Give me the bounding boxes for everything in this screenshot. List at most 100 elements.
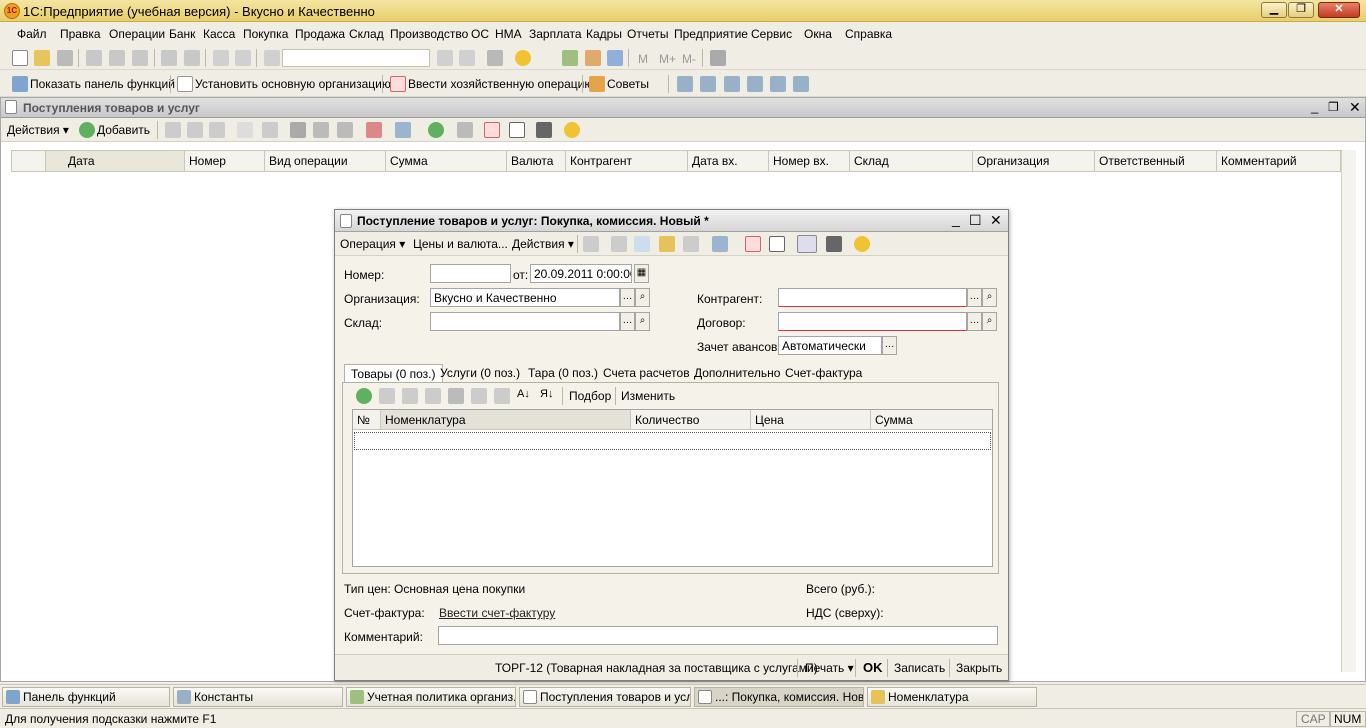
doc-movements-icon[interactable]: [745, 236, 761, 252]
copy-row-icon[interactable]: [379, 388, 395, 404]
set-main-org-button[interactable]: Установить основную организацию: [195, 77, 391, 91]
counterparty-search-icon[interactable]: ⌕: [982, 288, 997, 307]
task-constants[interactable]: Константы: [173, 687, 343, 707]
column-sum[interactable]: Сумма: [386, 151, 507, 171]
move-up-icon[interactable]: [471, 388, 487, 404]
column-comment[interactable]: Комментарий: [1217, 151, 1340, 171]
task-accounting-policy[interactable]: Учетная политика организ...: [346, 687, 516, 707]
filter-history-icon[interactable]: [337, 122, 353, 138]
copy-row-icon[interactable]: [165, 122, 181, 138]
column-date[interactable]: Дата: [46, 151, 185, 171]
filter-icon[interactable]: [290, 122, 306, 138]
copy-icon[interactable]: [109, 50, 125, 66]
calendar-icon[interactable]: [585, 50, 601, 66]
end-edit-icon[interactable]: [448, 388, 464, 404]
calculator-icon[interactable]: [562, 50, 578, 66]
tools-icon[interactable]: [710, 50, 726, 66]
task-receipts-list[interactable]: Поступления товаров и услуг: [519, 687, 691, 707]
menu-cash[interactable]: Касса: [203, 27, 235, 41]
column-counterparty[interactable]: Контрагент: [566, 151, 688, 171]
edit-icon[interactable]: [187, 122, 203, 138]
dialog-close-button[interactable]: ✕: [990, 212, 1002, 229]
find-icon[interactable]: [262, 122, 278, 138]
organization-search-icon[interactable]: ⌕: [635, 288, 650, 307]
advance-offset-select-button[interactable]: …: [882, 336, 897, 355]
maximize-button[interactable]: ❐: [1288, 2, 1314, 18]
counterparty-input[interactable]: [778, 288, 967, 307]
m-button[interactable]: M: [638, 52, 648, 66]
task-function-panel[interactable]: Панель функций: [2, 687, 170, 707]
filter-value-icon[interactable]: [313, 122, 329, 138]
find-next-icon[interactable]: [437, 50, 453, 66]
tab-additional[interactable]: Дополнительно: [688, 364, 786, 383]
windows-icon[interactable]: [487, 50, 503, 66]
documents-icon[interactable]: [770, 76, 786, 92]
show-function-panel-button[interactable]: Показать панель функций: [30, 77, 175, 91]
copy-doc-icon[interactable]: [683, 236, 699, 252]
delete-icon[interactable]: [209, 122, 225, 138]
print-icon[interactable]: [161, 50, 177, 66]
task-nomenclature[interactable]: Номенклатура: [867, 687, 1037, 707]
accounts-icon[interactable]: [797, 235, 817, 253]
post-close-icon[interactable]: [583, 236, 599, 252]
help-icon[interactable]: [564, 122, 580, 138]
warehouse-input[interactable]: [430, 312, 620, 331]
menu-service[interactable]: Сервис: [751, 27, 792, 41]
move-down-icon[interactable]: [494, 388, 510, 404]
goods-table[interactable]: № Номенклатура Количество Цена Сумма: [352, 409, 993, 567]
print-menu-button[interactable]: Печать ▾: [805, 661, 854, 675]
delete-row-icon[interactable]: [425, 388, 441, 404]
dialog-minimize-button[interactable]: _: [952, 211, 960, 227]
reports-icon[interactable]: [700, 76, 716, 92]
column-organization[interactable]: Организация: [973, 151, 1095, 171]
search-combobox[interactable]: [282, 49, 430, 67]
enter-based-on-icon[interactable]: [712, 236, 728, 252]
refresh-icon[interactable]: [428, 122, 444, 138]
tab-services[interactable]: Услуги (0 поз.): [434, 364, 526, 383]
column-responsible[interactable]: Ответственный: [1095, 151, 1217, 171]
clear-filter-icon[interactable]: [366, 122, 382, 138]
advance-offset-input[interactable]: Автоматически: [778, 336, 882, 355]
table-row[interactable]: [354, 432, 991, 450]
ok-button[interactable]: OK: [863, 660, 883, 675]
based-on-icon[interactable]: [395, 122, 411, 138]
column-nomenclature[interactable]: Номенклатура: [381, 410, 631, 430]
list-minimize-button[interactable]: _: [1311, 99, 1318, 114]
undo-icon[interactable]: [213, 50, 229, 66]
tab-containers[interactable]: Тара (0 поз.): [522, 364, 604, 383]
save-icon[interactable]: [57, 50, 73, 66]
tab-settlement-accounts[interactable]: Счета расчетов: [597, 364, 696, 383]
column-price[interactable]: Цена: [751, 410, 871, 430]
unpost-icon[interactable]: [611, 236, 627, 252]
menu-sale[interactable]: Продажа: [295, 27, 345, 41]
column-quantity[interactable]: Количество: [631, 410, 751, 430]
cut-icon[interactable]: [86, 50, 102, 66]
open-folder-icon[interactable]: [34, 50, 50, 66]
organization-input[interactable]: Вкусно и Качественно: [430, 288, 620, 307]
tab-goods[interactable]: Товары (0 поз.): [344, 364, 443, 383]
counterparty-select-button[interactable]: …: [967, 288, 982, 307]
close-button[interactable]: ✕: [1318, 2, 1360, 18]
column-incoming-date[interactable]: Дата вх.: [688, 151, 769, 171]
edit-row-icon[interactable]: [402, 388, 418, 404]
column-operation-type[interactable]: Вид операции: [265, 151, 386, 171]
list-vertical-scrollbar[interactable]: [1341, 150, 1356, 672]
search-icon[interactable]: [264, 50, 280, 66]
task-receipt-document[interactable]: ...: Покупка, комиссия. Нов...: [694, 687, 864, 707]
pick-button[interactable]: Подбор: [569, 389, 611, 403]
add-row-icon[interactable]: [356, 388, 372, 404]
sort-desc-icon[interactable]: Я↓: [540, 388, 553, 400]
menu-os[interactable]: ОС: [471, 27, 489, 41]
paste-icon[interactable]: [132, 50, 148, 66]
menu-operations[interactable]: Операции: [109, 27, 165, 41]
menu-edit[interactable]: Правка: [60, 27, 101, 41]
menu-warehouse[interactable]: Склад: [349, 27, 384, 41]
organization-select-button[interactable]: …: [620, 288, 635, 307]
contract-select-button[interactable]: …: [967, 312, 982, 331]
dialog-columns-icon[interactable]: [826, 236, 842, 252]
list-close-button[interactable]: ✕: [1349, 99, 1361, 116]
print-list-icon[interactable]: [457, 122, 473, 138]
minimize-button[interactable]: ▁: [1261, 2, 1287, 18]
change-button[interactable]: Изменить: [621, 389, 675, 403]
list-restore-button[interactable]: ❐: [1328, 100, 1339, 114]
